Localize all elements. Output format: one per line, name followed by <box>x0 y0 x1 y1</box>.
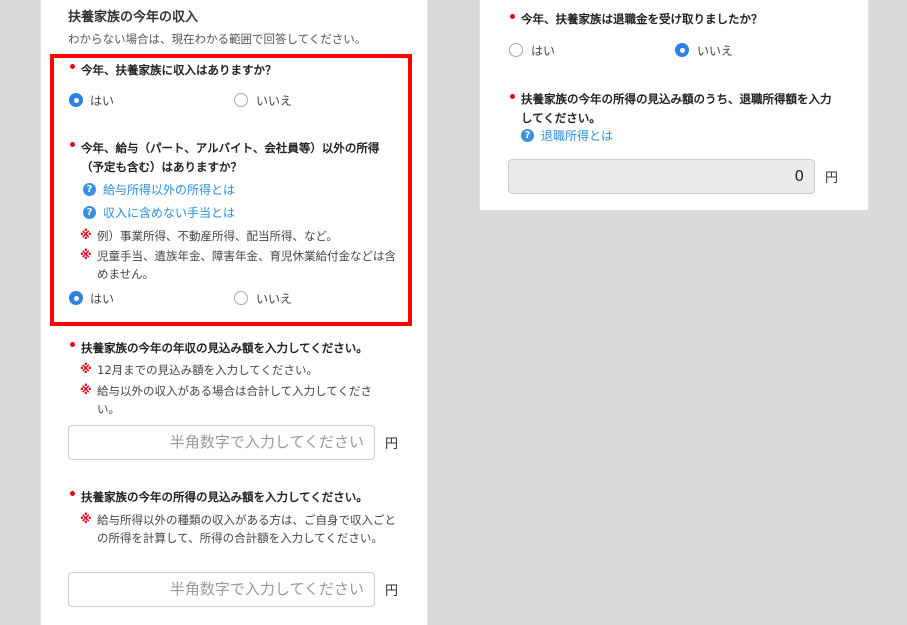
q5-yes-label: はい <box>531 44 556 58</box>
yen-unit: 円 <box>385 584 399 599</box>
help-icon: ? <box>83 206 96 219</box>
q2-yes-label: はい <box>90 292 115 306</box>
q3-note-2: 給与以外の収入がある場合は合計して入力してください。 <box>97 384 372 416</box>
annual-income-input[interactable]: 半角数字で入力してください <box>68 425 375 460</box>
required-marker <box>70 491 75 496</box>
section-title: 扶養家族の今年の収入 <box>68 10 199 25</box>
q3-label: 扶養家族の今年の年収の見込み額を入力してください。 <box>81 341 368 355</box>
q4-label: 扶養家族の今年の所得の見込み額を入力してください。 <box>81 490 368 504</box>
note-mark: ※ <box>80 362 92 376</box>
q1-label: 今年、扶養家族に収入はありますか？ <box>81 63 277 77</box>
q1-yes-label: はい <box>90 94 115 108</box>
link-retirement-income[interactable]: 退職所得とは <box>541 127 613 144</box>
note-mark: ※ <box>80 228 92 242</box>
q5-yes-radio[interactable] <box>509 43 523 57</box>
yen-unit: 円 <box>385 437 399 452</box>
q5-no-label: いいえ <box>697 44 734 58</box>
q1-yes-radio[interactable] <box>69 93 83 107</box>
link-non-salary-income[interactable]: 給与所得以外の所得とは <box>103 181 235 198</box>
required-marker <box>510 14 515 19</box>
q4-note-1: 給与所得以外の種類の収入がある方は、ご自身で収入ごとの所得を計算して、所得の合計… <box>97 513 396 545</box>
note-mark: ※ <box>80 383 92 397</box>
retirement-income-input[interactable]: 0 <box>508 159 815 194</box>
help-icon: ? <box>521 129 534 142</box>
section-subtitle: わからない場合は、現在わかる範囲で回答してください。 <box>68 32 367 46</box>
q2-label: 今年、給与（パート、アルバイト、会社員等）以外の所得（予定も含む）はありますか？ <box>81 141 380 174</box>
q2-yes-radio[interactable] <box>69 291 83 305</box>
note-mark: ※ <box>80 512 92 526</box>
link-excluded-allowances[interactable]: 収入に含めない手当とは <box>103 204 235 221</box>
q5-no-radio[interactable] <box>675 43 689 57</box>
q1-no-label: いいえ <box>256 94 293 108</box>
income-estimate-input[interactable]: 半角数字で入力してください <box>68 572 375 607</box>
q2-note-2: 児童手当、遺族年金、障害年金、育児休業給付金などは含めません。 <box>97 249 396 281</box>
required-marker <box>70 64 75 69</box>
q2-no-label: いいえ <box>256 292 293 306</box>
note-mark: ※ <box>80 248 92 262</box>
yen-unit: 円 <box>825 171 839 186</box>
required-marker <box>70 342 75 347</box>
q3-note-1: 12月までの見込み額を入力してください。 <box>97 363 318 377</box>
q2-no-radio[interactable] <box>234 291 248 305</box>
required-marker <box>70 142 75 147</box>
q1-no-radio[interactable] <box>234 93 248 107</box>
required-marker <box>510 94 515 99</box>
help-icon: ? <box>83 183 96 196</box>
q2-note-1: 例）事業所得、不動産所得、配当所得、など。 <box>97 229 338 243</box>
q5-label: 今年、扶養家族は退職金を受け取りましたか？ <box>521 12 763 26</box>
q6-label: 扶養家族の今年の所得の見込み額のうち、退職所得額を入力してください。 <box>521 92 832 125</box>
